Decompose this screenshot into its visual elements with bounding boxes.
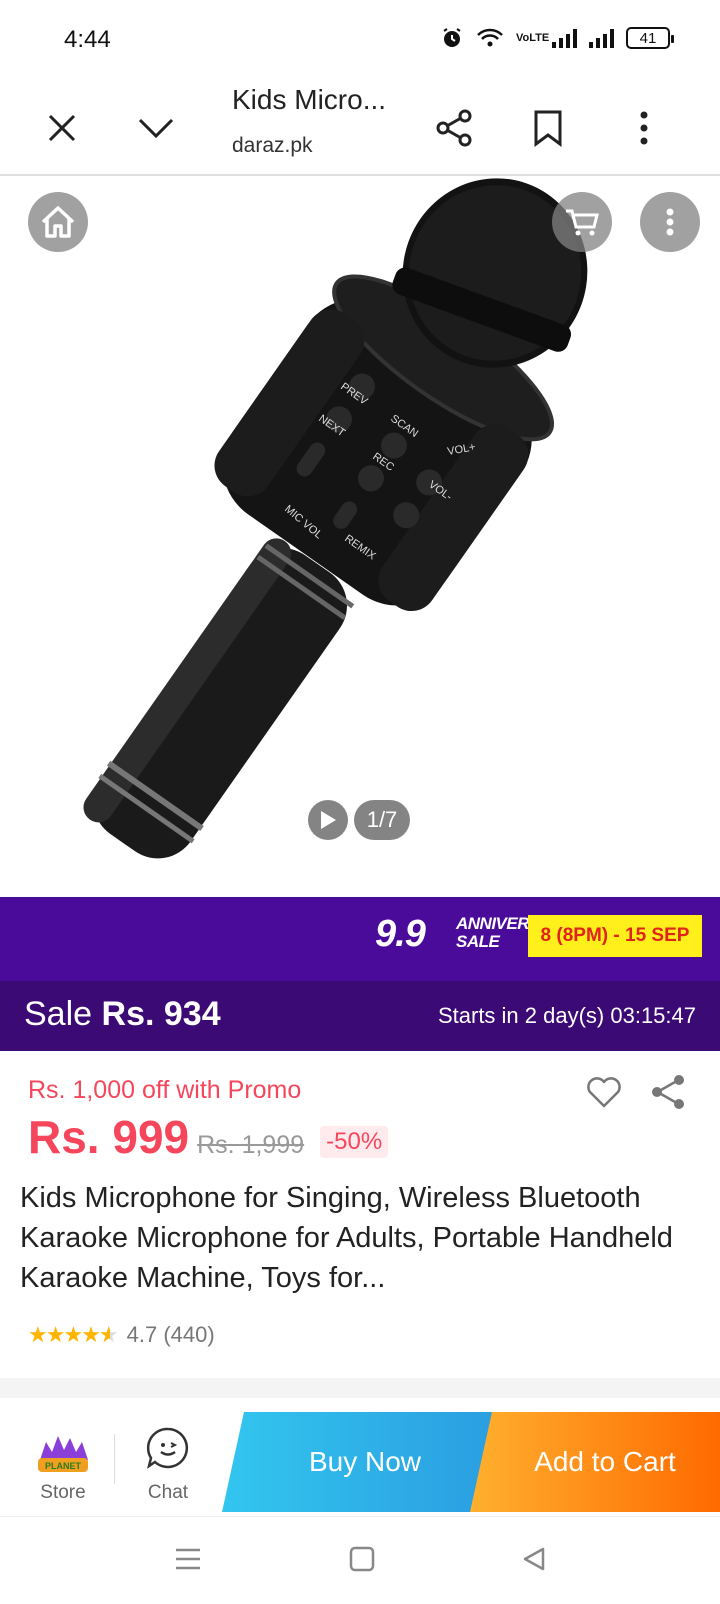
signal-1-icon — [552, 28, 577, 48]
back-icon — [523, 1547, 545, 1571]
section-divider — [0, 1378, 720, 1398]
share-icon — [652, 1075, 684, 1109]
close-button[interactable] — [32, 98, 92, 158]
menu-icon — [176, 1548, 200, 1570]
image-counter: 1/7 — [354, 800, 410, 840]
star-rating-icon: ★★★★★ ★ — [28, 1322, 119, 1347]
back-button[interactable] — [514, 1539, 554, 1579]
store-home-button[interactable] — [28, 192, 88, 252]
page-title: Kids Micro... — [232, 84, 387, 115]
network-label: VoLTE — [516, 31, 550, 44]
product-share-button[interactable] — [648, 1072, 688, 1112]
current-price: Rs. 999 — [28, 1111, 190, 1163]
home-icon — [41, 206, 75, 238]
share-icon — [436, 109, 472, 147]
more-icon — [666, 208, 674, 236]
sale-bar: Sale Rs. 934 Starts in 2 day(s) 03:15:47 — [0, 981, 720, 1051]
buy-now-button[interactable]: Buy Now — [222, 1412, 508, 1512]
more-options-button[interactable] — [614, 98, 674, 158]
product-image: PREV NEXT SCAN REC VOL+ VOL- MIC VOL REM… — [83, 178, 588, 859]
heart-icon — [587, 1077, 621, 1108]
cart-icon — [566, 209, 599, 236]
status-bar: 4:44 VoLTE 41 — [0, 0, 720, 80]
wifi-icon — [477, 28, 503, 47]
campaign-number: 9.9 — [375, 913, 426, 955]
home-square-icon — [349, 1546, 375, 1572]
wishlist-button[interactable] — [584, 1072, 624, 1112]
product-title: Kids Microphone for Singing, Wireless Bl… — [20, 1182, 673, 1294]
review-count: (440) — [163, 1322, 215, 1347]
status-time: 4:44 — [64, 26, 111, 53]
play-video-button[interactable] — [308, 800, 348, 840]
bookmark-icon — [534, 110, 562, 147]
more-vert-icon — [640, 111, 648, 145]
page-domain: daraz.pk — [232, 134, 313, 157]
store-button[interactable]: PLANET Store — [20, 1408, 106, 1508]
home-button[interactable] — [342, 1539, 382, 1579]
sale-label: Sale — [24, 995, 93, 1033]
store-label: Store — [40, 1482, 86, 1503]
status-icons: VoLTE 41 — [440, 26, 674, 50]
promo-text[interactable]: Rs. 1,000 off with Promo — [28, 1076, 301, 1105]
store-logo-text: PLANET — [45, 1461, 82, 1471]
recent-apps-button[interactable] — [168, 1539, 208, 1579]
chat-label: Chat — [147, 1482, 189, 1503]
cart-button[interactable] — [552, 192, 612, 252]
share-button[interactable] — [424, 98, 484, 158]
add-to-cart-button[interactable]: Add to Cart — [470, 1412, 720, 1512]
price-row: Rs. 999 Rs. 1,999 -50% — [28, 1110, 389, 1164]
discount-badge: -50% — [320, 1126, 389, 1158]
rating-row[interactable]: ★★★★★ ★ 4.7 (440) — [28, 1322, 215, 1348]
close-icon — [48, 114, 76, 142]
chat-button[interactable]: Chat — [128, 1408, 208, 1508]
alarm-icon — [443, 28, 461, 47]
rating-text: 4.7 (440) — [127, 1322, 215, 1348]
battery-level: 41 — [639, 29, 657, 47]
bookmark-button[interactable] — [518, 98, 578, 158]
sale-countdown: Starts in 2 day(s) 03:15:47 — [437, 1003, 696, 1028]
gallery-more-button[interactable] — [640, 192, 700, 252]
battery-icon: 41 — [626, 27, 674, 49]
sale-price: Sale Rs. 934 — [24, 995, 221, 1034]
system-navigation-bar — [0, 1516, 720, 1604]
action-bar: PLANET Store Chat Buy Now Add to Cart — [0, 1398, 720, 1516]
original-price: Rs. 1,999 — [197, 1131, 305, 1159]
chat-icon — [146, 1427, 189, 1469]
campaign-banner[interactable]: 9.9 ANNIVERSARY SALE 8 (8PM) - 15 SEP — [0, 897, 720, 981]
play-icon — [321, 811, 336, 829]
campaign-dates: 8 (8PM) - 15 SEP — [528, 915, 702, 957]
rating-value: 4.7 — [126, 1322, 158, 1347]
chevron-down-icon — [138, 118, 174, 139]
action-bar-separator — [114, 1434, 115, 1484]
store-logo: PLANET — [38, 1436, 88, 1472]
signal-2-icon — [589, 28, 614, 48]
sale-price-value: Rs. 934 — [101, 995, 221, 1033]
minimize-button[interactable] — [126, 98, 186, 158]
product-gallery[interactable]: PREV NEXT SCAN REC VOL+ VOL- MIC VOL REM… — [0, 178, 720, 898]
